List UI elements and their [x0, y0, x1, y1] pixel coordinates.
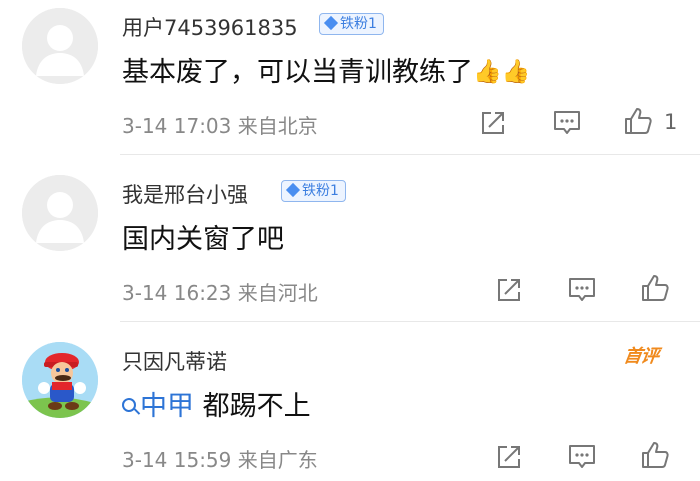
- default-avatar-icon: [22, 175, 98, 251]
- thumbs-up-icon[interactable]: [623, 106, 653, 136]
- comment-list: 用户7453961835 铁粉1 基本废了，可以当青训教练了👍👍 3-14 17…: [0, 0, 700, 481]
- username[interactable]: 用户7453961835: [122, 12, 298, 42]
- comment-item: 我是邢台小强 铁粉1 国内关窗了吧 3-14 16:23 来自河北: [0, 155, 700, 322]
- fan-badge-label: 铁粉1: [340, 16, 377, 32]
- fan-badge[interactable]: 铁粉1: [281, 180, 346, 202]
- search-tag-link[interactable]: 中甲: [122, 391, 194, 422]
- comment-meta: 3-14 17:03 来自北京: [122, 110, 318, 139]
- comment-text: 国内关窗了吧: [122, 224, 284, 255]
- diamond-icon: [285, 182, 301, 198]
- diamond-icon: [323, 15, 339, 31]
- avatar[interactable]: [22, 175, 98, 251]
- comment-meta: 3-14 15:59 来自广东: [122, 444, 318, 473]
- avatar[interactable]: [22, 342, 98, 418]
- comment-location: 来自广东: [237, 448, 318, 472]
- comment-icon[interactable]: [567, 442, 597, 472]
- thumbs-up-emoji: 👍👍: [473, 59, 531, 85]
- comment-date: 3-14 16:23: [122, 281, 232, 305]
- fan-badge[interactable]: 铁粉1: [319, 13, 384, 35]
- search-tag-label: 中甲: [140, 391, 194, 422]
- first-comment-badge: 首评: [622, 346, 660, 367]
- search-icon: [122, 398, 136, 412]
- username[interactable]: 只因凡蒂诺: [122, 346, 227, 376]
- thumbs-up-icon[interactable]: [640, 273, 670, 303]
- comment-item: 用户7453961835 铁粉1 基本废了，可以当青训教练了👍👍 3-14 17…: [0, 0, 700, 155]
- comment-location: 来自北京: [237, 114, 318, 138]
- fan-badge-label: 铁粉1: [302, 183, 339, 199]
- comment-date: 3-14 17:03: [122, 114, 232, 138]
- comment-text: 中甲 都踢不上: [122, 384, 311, 423]
- share-icon[interactable]: [494, 275, 524, 305]
- share-icon[interactable]: [478, 108, 508, 138]
- comment-item: 只因凡蒂诺 首评 中甲 都踢不上 3-14 15:59 来自广东: [0, 322, 700, 481]
- username[interactable]: 我是邢台小强: [122, 179, 248, 209]
- comment-text-body: 基本废了，可以当青训教练了: [122, 57, 473, 88]
- like-count: 1: [664, 110, 678, 134]
- comment-date: 3-14 15:59: [122, 448, 232, 472]
- comment-text-body: 都踢不上: [202, 391, 311, 422]
- comment-text: 基本废了，可以当青训教练了👍👍: [122, 50, 530, 89]
- comment-location: 来自河北: [237, 281, 318, 305]
- thumbs-up-icon[interactable]: [640, 440, 670, 470]
- comment-icon[interactable]: [567, 275, 597, 305]
- avatar[interactable]: [22, 8, 98, 84]
- mario-avatar-image: [22, 342, 98, 418]
- default-avatar-icon: [22, 8, 98, 84]
- share-icon[interactable]: [494, 442, 524, 472]
- comment-meta: 3-14 16:23 来自河北: [122, 277, 318, 306]
- comment-icon[interactable]: [552, 108, 582, 138]
